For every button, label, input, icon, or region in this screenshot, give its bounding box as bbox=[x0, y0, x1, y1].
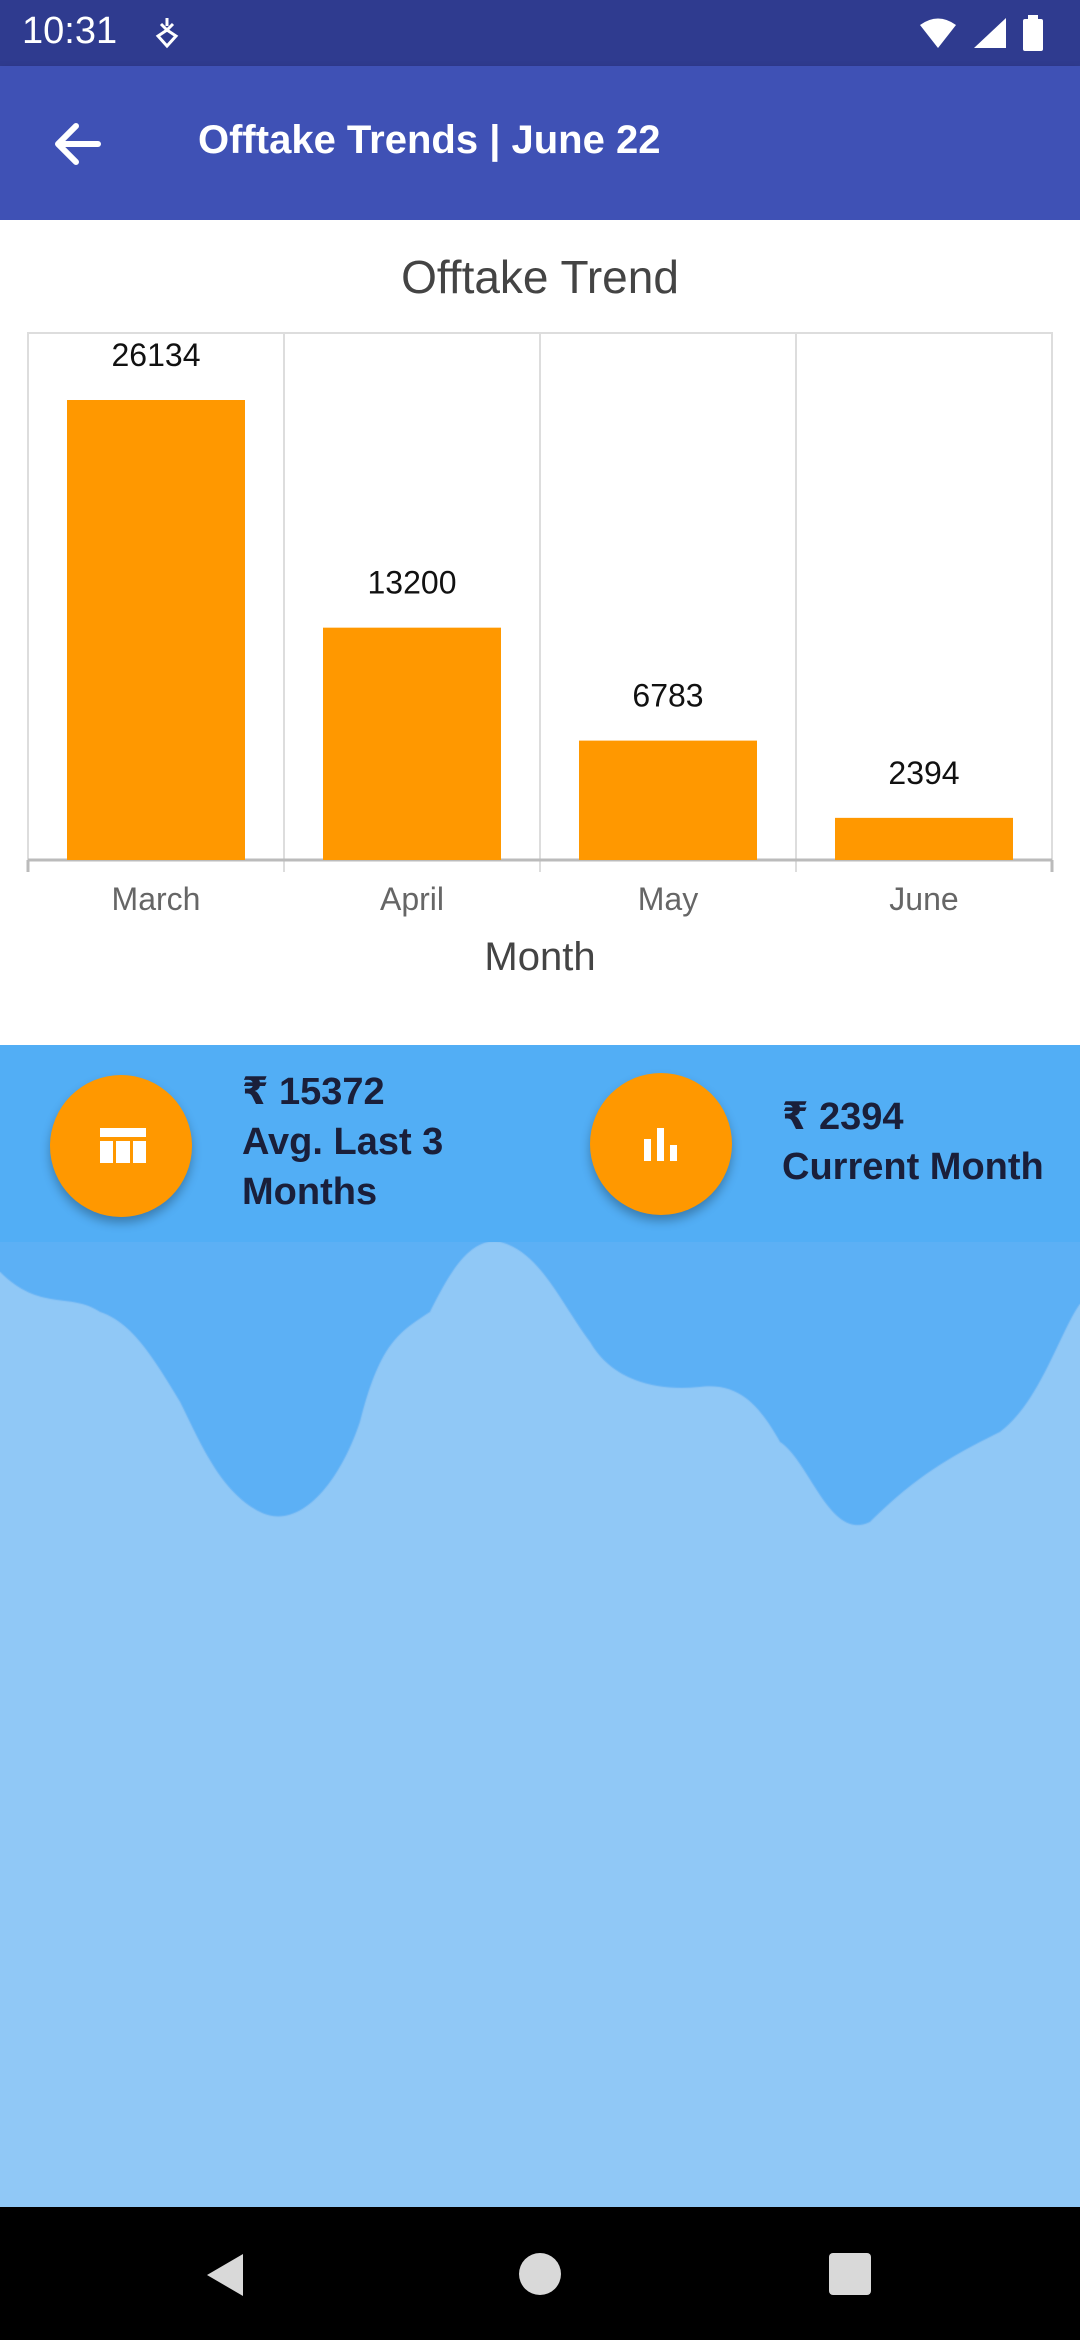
avg-label-line1: Avg. Last 3 bbox=[242, 1121, 444, 1163]
offtake-bar-chart: Offtake Trend 26134 13200 6783 2394 March Ap… bbox=[26, 251, 1054, 979]
bar-june bbox=[835, 817, 1013, 860]
current-month-stat-button[interactable] bbox=[590, 1073, 732, 1215]
current-stat-text: ₹ 2394 Current Month bbox=[782, 1092, 1044, 1192]
back-triangle-icon[interactable] bbox=[203, 2252, 247, 2298]
bar-april bbox=[323, 627, 501, 860]
status-time: 10:31 bbox=[22, 10, 118, 52]
offtake-chart-card: Offtake Trend 26134 13200 6783 2394 March Ap… bbox=[0, 220, 1080, 1045]
table-icon bbox=[100, 1128, 146, 1163]
home-circle-icon[interactable] bbox=[518, 2252, 562, 2296]
bar-march bbox=[67, 400, 245, 860]
battery-icon bbox=[1023, 15, 1043, 51]
status-bar: 10:31 bbox=[0, 0, 1080, 66]
recents-square-icon[interactable] bbox=[828, 2252, 872, 2296]
chart-title: Offtake Trend bbox=[401, 251, 679, 303]
avg-amount: ₹ 15372 bbox=[242, 1071, 385, 1113]
avg-stat-text: ₹ 15372 Avg. Last 3 Months bbox=[242, 1067, 443, 1217]
current-amount: ₹ 2394 bbox=[782, 1096, 904, 1138]
wifi-icon bbox=[920, 18, 956, 48]
signal-icon bbox=[974, 18, 1006, 48]
wave-background bbox=[0, 1242, 1080, 2207]
stats-band: ₹ 15372 Avg. Last 3 Months ₹ 2394 Curren… bbox=[0, 1045, 1080, 1242]
data-label-march: 26134 bbox=[112, 337, 201, 373]
chart-x-tick-labels: March April May June bbox=[112, 881, 959, 917]
tick-label-june: June bbox=[889, 881, 958, 917]
back-arrow-icon[interactable] bbox=[46, 112, 110, 176]
current-label: Current Month bbox=[782, 1146, 1044, 1188]
tick-label-april: April bbox=[380, 881, 444, 917]
x-axis-label: Month bbox=[484, 935, 595, 979]
tick-label-may: May bbox=[638, 881, 698, 917]
data-label-april: 13200 bbox=[368, 565, 457, 601]
data-label-may: 6783 bbox=[632, 678, 703, 714]
data-label-june: 2394 bbox=[888, 755, 959, 791]
system-nav-bar bbox=[0, 2207, 1080, 2340]
tick-label-march: March bbox=[112, 881, 201, 917]
bar-chart-icon bbox=[644, 1128, 677, 1161]
location-badge-icon bbox=[155, 18, 179, 49]
page-title: Offtake Trends | June 22 bbox=[198, 118, 661, 162]
bar-may bbox=[579, 740, 757, 860]
avg-stat-button[interactable] bbox=[50, 1075, 192, 1217]
avg-label-line2: Months bbox=[242, 1171, 378, 1213]
